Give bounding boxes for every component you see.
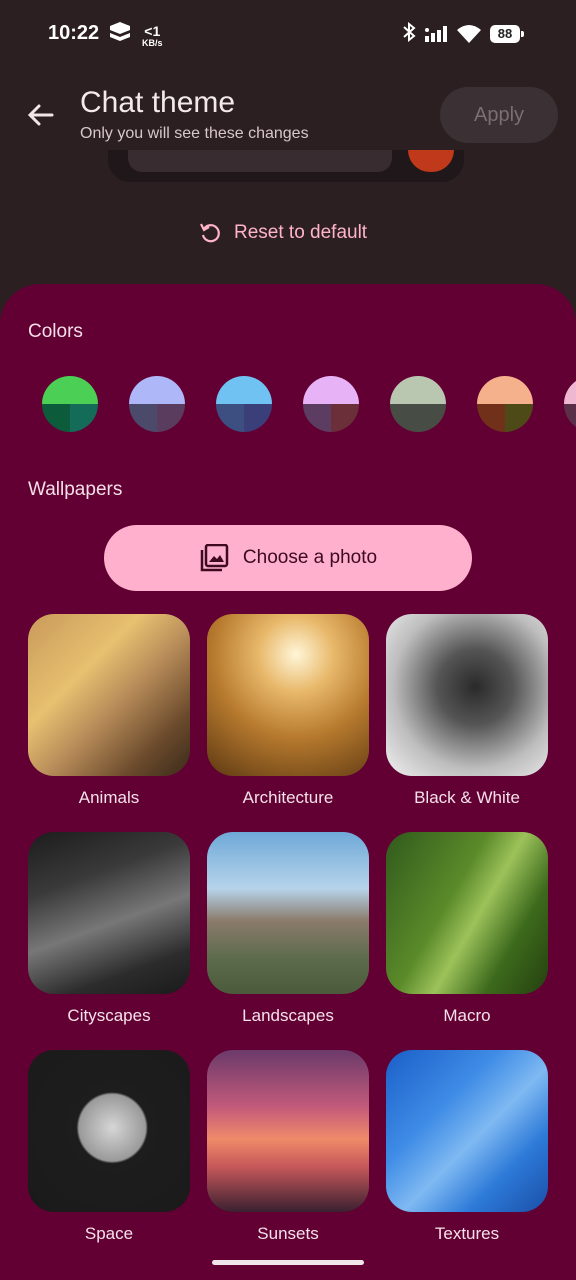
color-swatch-row [0,376,576,434]
back-button[interactable] [24,98,58,132]
color-swatch[interactable] [564,376,576,432]
wallpaper-tile[interactable] [28,832,190,994]
home-indicator[interactable] [212,1260,364,1265]
reset-to-default-button[interactable]: Reset to default [198,218,367,248]
wallpaper-category-label: Textures [434,1224,500,1243]
battery-indicator: 88 [490,25,524,43]
page-title: Chat theme [80,86,236,119]
wallpaper-category-label: Sunsets [257,1224,319,1243]
wallpaper-tile[interactable] [386,832,548,994]
theme-options-sheet: Colors Wallpapers Choose a photo Animals… [0,284,576,1280]
status-time: 10:22 [48,22,100,44]
wallpaper-category-label: Animals [78,788,140,807]
status-bar: 10:22 <1 KB/s 88 [0,0,576,70]
reset-label: Reset to default [234,222,368,243]
wallpaper-tile[interactable] [28,1050,190,1212]
wallpaper-category-label: Black & White [414,788,520,807]
page-subtitle: Only you will see these changes [80,125,309,142]
wallpaper-category-label: Macro [443,1006,491,1025]
bluetooth-icon [402,21,416,47]
color-swatch[interactable] [129,376,185,432]
color-swatch[interactable] [216,376,272,432]
photo-library-icon [200,544,229,572]
wallpapers-section-title: Wallpapers [28,479,123,500]
color-swatch[interactable] [42,376,98,432]
color-swatch[interactable] [390,376,446,432]
wallpaper-category-label: Space [84,1224,134,1243]
color-swatch[interactable] [477,376,533,432]
wallpaper-tile[interactable] [207,832,369,994]
colors-section-title: Colors [28,321,83,342]
preview-send-button [408,150,454,172]
apply-button[interactable]: Apply [440,87,558,143]
network-speed: <1 KB/s [142,23,163,48]
chat-preview [108,150,464,182]
wifi-icon [456,24,482,49]
color-swatch[interactable] [303,376,359,432]
choose-photo-button[interactable]: Choose a photo [104,525,472,591]
cellular-signal-icon [425,26,449,47]
wallpaper-tile[interactable] [207,1050,369,1212]
wallpaper-tile[interactable] [386,1050,548,1212]
choose-photo-label: Choose a photo [242,547,378,568]
wallpaper-category-label: Architecture [242,788,334,807]
reset-icon [200,223,220,243]
arrow-back-icon [27,104,54,126]
wallpaper-category-label: Cityscapes [67,1006,151,1025]
app-notification-icon [108,22,132,49]
wallpaper-category-label: Landscapes [242,1006,334,1025]
preview-input-bubble [128,150,392,172]
wallpaper-tile[interactable] [386,614,548,776]
wallpaper-tile[interactable] [28,614,190,776]
wallpaper-tile[interactable] [207,614,369,776]
